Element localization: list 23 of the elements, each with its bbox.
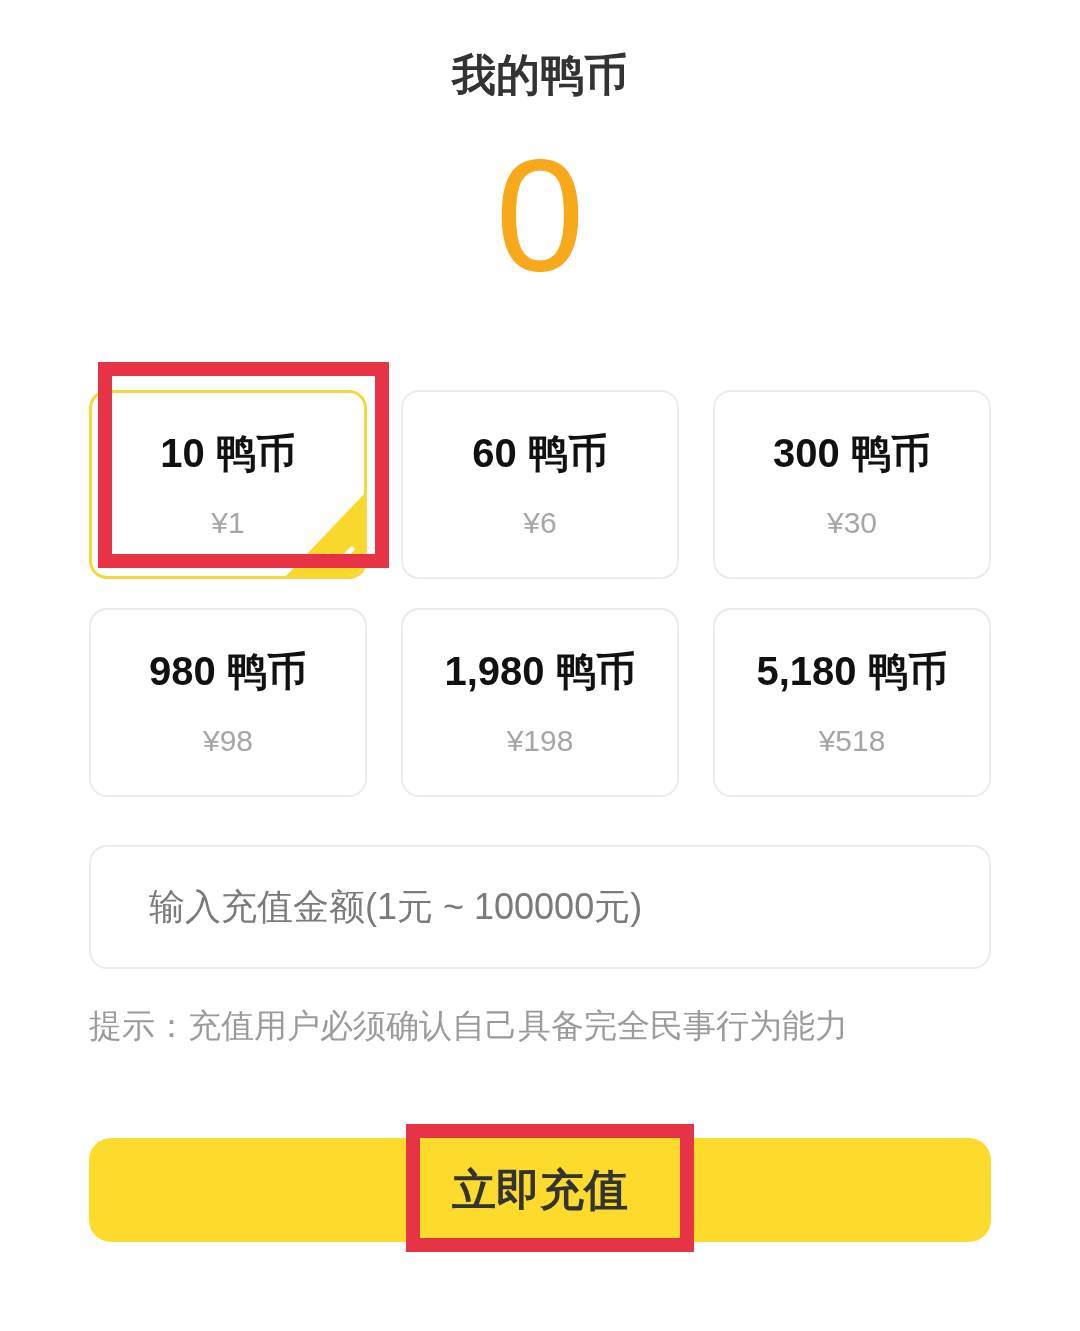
- recharge-button[interactable]: 立即充值: [89, 1138, 991, 1242]
- package-price: ¥198: [506, 723, 574, 759]
- check-corner-icon: [286, 494, 364, 576]
- coin-package-card[interactable]: 60 鸭币 ¥6: [401, 390, 679, 579]
- coin-amount: 10 鸭币: [160, 430, 296, 477]
- amount-input-field[interactable]: 输入充值金额(1元 ~ 100000元): [89, 845, 991, 969]
- hint-text: 提示：充值用户必须确认自己具备完全民事行为能力: [89, 1006, 848, 1046]
- package-price: ¥518: [818, 723, 886, 759]
- coin-package-card[interactable]: 5,180 鸭币 ¥518: [713, 608, 991, 797]
- coin-amount: 60 鸭币: [472, 430, 608, 477]
- coin-amount: 1,980 鸭币: [444, 648, 636, 695]
- coin-amount: 5,180 鸭币: [756, 648, 948, 695]
- package-price: ¥6: [523, 505, 557, 541]
- coin-package-card[interactable]: 1,980 鸭币 ¥198: [401, 608, 679, 797]
- coin-package-card[interactable]: 300 鸭币 ¥30: [713, 390, 991, 579]
- coin-package-card[interactable]: 980 鸭币 ¥98: [89, 608, 367, 797]
- coin-balance: 0: [495, 135, 585, 295]
- package-price: ¥1: [211, 505, 245, 541]
- coin-amount: 980 鸭币: [149, 648, 307, 695]
- page-title: 我的鸭币: [452, 51, 628, 99]
- coin-amount: 300 鸭币: [773, 430, 931, 477]
- package-price: ¥30: [826, 505, 878, 541]
- package-price: ¥98: [202, 723, 254, 759]
